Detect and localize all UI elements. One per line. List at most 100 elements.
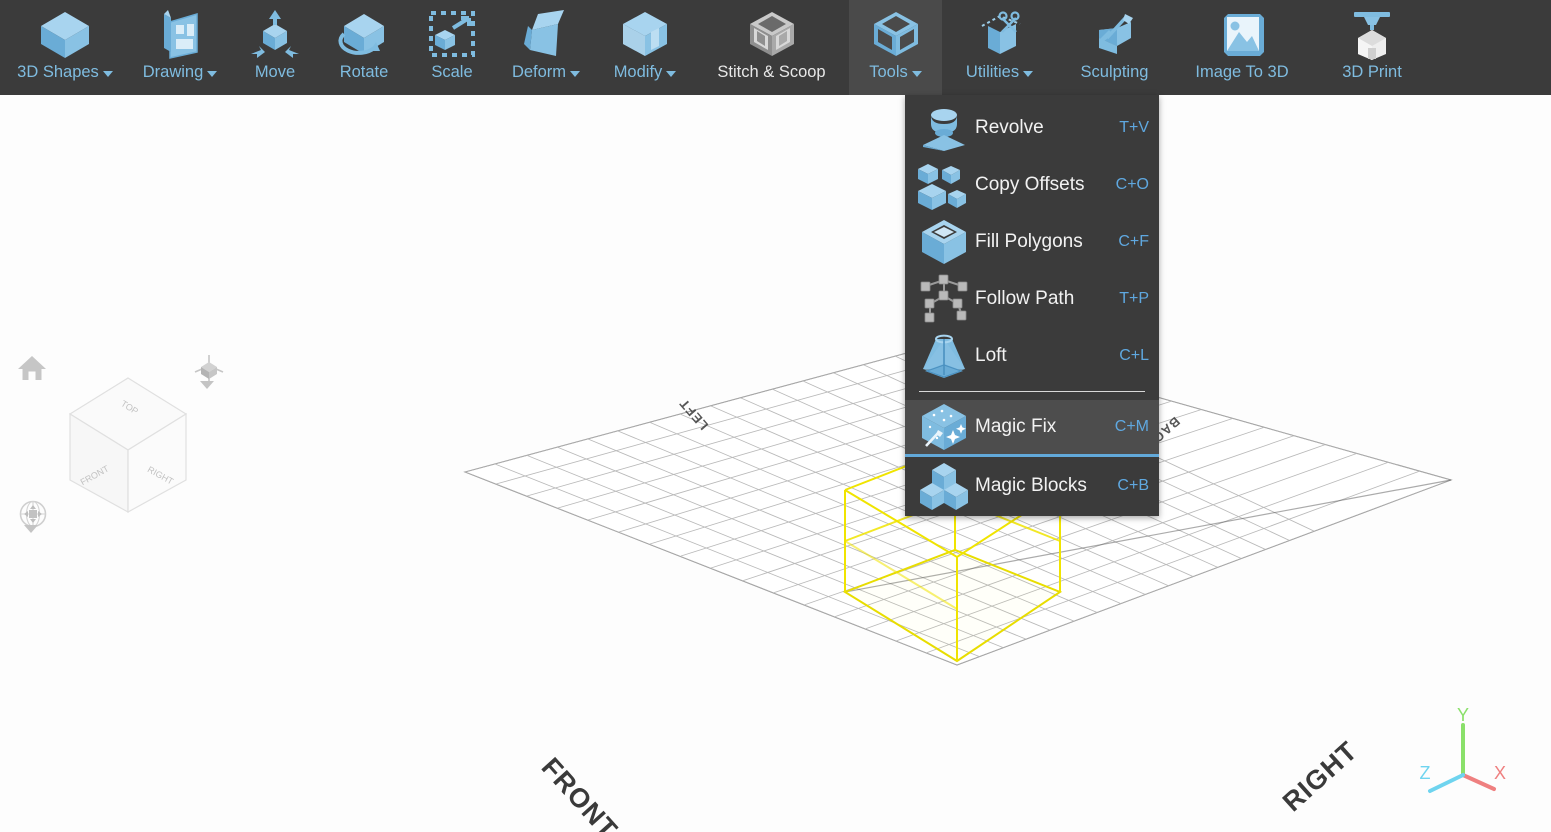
copy-offsets-icon — [917, 159, 971, 211]
toolbar-button-3d-shapes[interactable]: 3D Shapes — [0, 0, 130, 95]
magic-blocks-icon — [917, 460, 971, 512]
chevron-down-icon — [1023, 70, 1034, 77]
toolbar-label-drawing: Drawing — [143, 64, 218, 81]
toolbar-button-drawing[interactable]: Drawing — [130, 0, 230, 95]
viewcube-chevron-down-icon[interactable] — [200, 381, 214, 389]
home-icon[interactable] — [16, 353, 48, 388]
application-window: FRONT RIGHT LEFT BACK TOP FRONT RIGHT Y … — [0, 0, 1551, 832]
toolbar-label-3d-print: 3D Print — [1342, 64, 1402, 81]
menu-label-loft: Loft — [975, 344, 1007, 366]
magic-fix-icon — [917, 401, 971, 453]
stitch-scoop-icon — [744, 6, 800, 64]
menu-shortcut-loft: C+L — [1119, 346, 1149, 364]
menu-shortcut-magic-blocks: C+B — [1117, 476, 1149, 494]
orbit-chevron-down-icon[interactable] — [24, 525, 38, 533]
toolbar-label-utilities: Utilities — [965, 63, 1034, 81]
toolbar-label-tools: Tools — [869, 64, 922, 81]
chevron-down-icon — [666, 70, 677, 77]
toolbar-label-stitch-scoop: Stitch & Scoop — [717, 64, 825, 81]
toolbar-button-tools[interactable]: Tools — [849, 0, 942, 95]
menu-shortcut-magic-fix: C+M — [1114, 418, 1149, 435]
toolbar-button-move[interactable]: Move — [230, 0, 320, 95]
axis-label-x: X — [1494, 763, 1506, 783]
toolbar-button-image-to-3d[interactable]: Image To 3D — [1172, 0, 1312, 95]
axis-label-z: Z — [1420, 763, 1431, 783]
chevron-down-icon — [102, 70, 113, 77]
toolbar-text-3d-print: 3D Print — [1342, 63, 1402, 81]
view-cube[interactable]: TOP FRONT RIGHT — [60, 370, 200, 520]
chevron-down-icon — [207, 70, 218, 77]
menu-item-revolve[interactable]: Revolve T+V — [905, 99, 1159, 156]
menu-item-loft[interactable]: Loft C+L — [905, 327, 1159, 384]
menu-label-magic-blocks: Magic Blocks — [975, 474, 1087, 496]
axis-z-line — [1428, 773, 1465, 793]
toolbar-text-drawing: Drawing — [142, 63, 204, 81]
scissors-icon — [972, 6, 1028, 64]
menu-item-fill-polygons[interactable]: Fill Polygons C+F — [905, 213, 1159, 270]
chevron-down-icon — [911, 70, 922, 77]
toolbar-label-sculpting: Sculpting — [1081, 64, 1149, 81]
menu-shortcut-revolve: T+V — [1119, 118, 1149, 136]
toolbar-text-3d-shapes: 3D Shapes — [17, 63, 99, 81]
modify-cube-icon — [617, 6, 673, 64]
menu-item-magic-fix[interactable]: Magic Fix C+M — [905, 400, 1159, 457]
workplane-grid — [463, 339, 1453, 666]
toolbar-label-rotate: Rotate — [340, 64, 389, 81]
toolbar-text-sculpting: Sculpting — [1080, 63, 1149, 81]
revolve-icon — [917, 102, 971, 154]
chevron-down-icon — [570, 70, 581, 77]
toolbar-text-move: Move — [254, 63, 296, 81]
menu-shortcut-fill-polygons: C+F — [1118, 232, 1149, 250]
toolbar-text-rotate: Rotate — [339, 63, 389, 81]
scale-marquee-icon — [425, 6, 479, 64]
tools-cube-icon — [868, 6, 924, 64]
loft-icon — [917, 330, 971, 382]
axis-label-y: Y — [1457, 707, 1469, 725]
menu-label-fill-polygons: Fill Polygons — [975, 230, 1083, 252]
toolbar-text-tools: Tools — [869, 63, 908, 81]
menu-item-magic-blocks[interactable]: Magic Blocks C+B — [905, 457, 1159, 514]
toolbar-button-deform[interactable]: Deform — [496, 0, 596, 95]
toolbar-button-stitch-scoop[interactable]: Stitch & Scoop — [694, 0, 849, 95]
toolbar-label-3d-shapes: 3D Shapes — [17, 64, 113, 81]
rotate-cube-icon — [336, 6, 392, 64]
3d-viewport[interactable]: FRONT RIGHT LEFT BACK TOP FRONT RIGHT Y … — [0, 95, 1551, 832]
toolbar-label-modify: Modify — [614, 64, 677, 81]
menu-shortcut-follow-path: T+P — [1119, 289, 1149, 307]
toolbar-button-modify[interactable]: Modify — [596, 0, 694, 95]
menu-label-copy-offsets: Copy Offsets — [975, 173, 1085, 195]
fill-polygons-icon — [917, 216, 971, 268]
menu-separator — [919, 391, 1145, 392]
sculpt-brush-icon — [1087, 6, 1143, 64]
follow-path-icon — [917, 273, 971, 325]
picture-icon — [1214, 6, 1270, 64]
axis-gizmo: Y X Z — [1420, 707, 1506, 793]
printer-icon — [1344, 6, 1400, 64]
menu-label-revolve: Revolve — [975, 116, 1044, 138]
toolbar-button-sculpting[interactable]: Sculpting — [1057, 0, 1172, 95]
toolbar-button-utilities[interactable]: Utilities — [942, 0, 1057, 95]
toolbar-button-3d-print[interactable]: 3D Print — [1312, 0, 1432, 95]
toolbar-button-scale[interactable]: Scale — [408, 0, 496, 95]
menu-label-magic-fix: Magic Fix — [975, 416, 1057, 437]
toolbar-label-scale: Scale — [431, 64, 472, 81]
toolbar-label-image-to-3d: Image To 3D — [1195, 64, 1288, 81]
menu-shortcut-copy-offsets: C+O — [1115, 175, 1149, 193]
toolbar-text-scale: Scale — [431, 63, 473, 81]
navigation-controls: TOP FRONT RIGHT — [0, 215, 250, 533]
toolbar-label-move: Move — [255, 64, 295, 81]
deform-cube-icon — [518, 6, 574, 64]
pencil-sketch-icon — [153, 6, 207, 64]
menu-label-follow-path: Follow Path — [975, 287, 1075, 309]
toolbar-text-deform: Deform — [511, 63, 567, 81]
toolbar-text-image-to-3d: Image To 3D — [1195, 63, 1289, 81]
main-toolbar: 3D Shapes Drawing Move Rotate Scale Defo… — [0, 0, 1551, 95]
axis-x-line — [1461, 773, 1496, 791]
toolbar-text-utilities: Utilities — [965, 63, 1020, 81]
menu-item-copy-offsets[interactable]: Copy Offsets C+O — [905, 156, 1159, 213]
tools-dropdown-menu: Revolve T+V Copy Offsets C+O Fill Polygo… — [905, 95, 1159, 516]
menu-item-follow-path[interactable]: Follow Path T+P — [905, 270, 1159, 327]
toolbar-text-modify: Modify — [613, 63, 663, 81]
move-arrows-icon — [247, 6, 303, 64]
toolbar-button-rotate[interactable]: Rotate — [320, 0, 408, 95]
